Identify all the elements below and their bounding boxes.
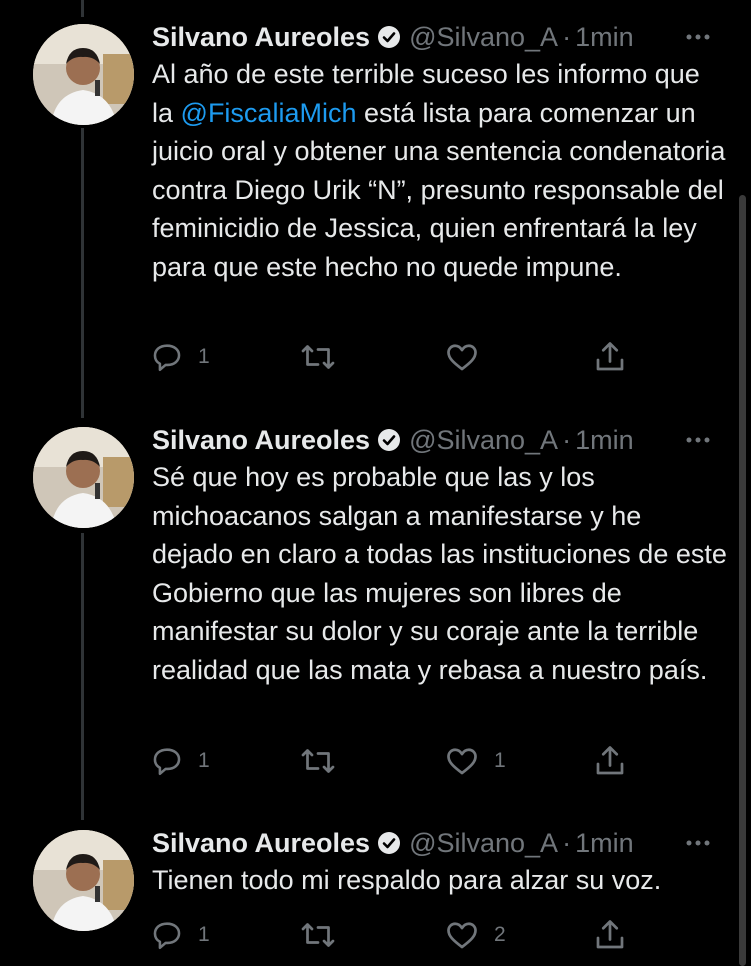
retweet-icon: [301, 923, 335, 947]
mention-link[interactable]: @FiscaliaMich: [181, 98, 357, 128]
tweet-actions: 1 1: [150, 741, 650, 781]
reply-count: 1: [198, 749, 210, 772]
author-handle[interactable]: @Silvano_A: [409, 22, 558, 53]
separator: ·: [562, 21, 572, 52]
tweet-header: Silvano Aureoles @Silvano_A · 1min: [152, 420, 722, 460]
timestamp[interactable]: 1min: [575, 828, 634, 859]
timestamp[interactable]: 1min: [575, 22, 634, 53]
like-button[interactable]: [444, 337, 494, 377]
tweet[interactable]: Silvano Aureoles @Silvano_A · 1min Sé qu…: [0, 420, 751, 820]
avatar-photo: [33, 24, 134, 125]
author-name[interactable]: Silvano Aureoles: [152, 828, 370, 859]
like-icon: [447, 748, 477, 775]
verified-badge-icon: [377, 831, 401, 855]
tweet-text: Tienen todo mi respaldo para alzar su vo…: [152, 861, 727, 900]
avatar-photo: [33, 427, 134, 528]
reply-button[interactable]: 1: [150, 337, 210, 377]
tweet-text-part: Sé que hoy es probable que las y los mic…: [152, 462, 727, 685]
avatar[interactable]: [33, 24, 134, 125]
share-button[interactable]: [592, 741, 628, 781]
tweet-text: Sé que hoy es probable que las y los mic…: [152, 458, 727, 689]
like-count: 1: [494, 749, 506, 772]
verified-badge-icon: [377, 428, 401, 452]
retweet-button[interactable]: [300, 915, 350, 955]
reply-button[interactable]: 1: [150, 741, 210, 781]
reply-icon: [153, 344, 181, 372]
reply-button[interactable]: 1: [150, 915, 210, 955]
like-icon: [447, 344, 477, 371]
tweet-actions: 1 2: [150, 915, 650, 955]
retweet-icon: [301, 749, 335, 773]
like-icon: [447, 922, 477, 949]
reply-count: 1: [198, 923, 210, 946]
author-name[interactable]: Silvano Aureoles: [152, 22, 370, 53]
tweet[interactable]: Silvano Aureoles @Silvano_A · 1min Tiene…: [0, 823, 751, 966]
avatar-photo: [33, 830, 134, 931]
author-name[interactable]: Silvano Aureoles: [152, 425, 370, 456]
share-icon: [596, 920, 624, 949]
avatar[interactable]: [33, 427, 134, 528]
scrollbar[interactable]: [739, 195, 746, 966]
separator: ·: [562, 827, 572, 858]
timestamp[interactable]: 1min: [575, 425, 634, 456]
tweet-header: Silvano Aureoles @Silvano_A · 1min: [152, 823, 722, 863]
like-button[interactable]: 2: [444, 915, 506, 955]
like-button[interactable]: 1: [444, 741, 506, 781]
share-button[interactable]: [592, 337, 628, 377]
reply-icon: [153, 748, 181, 776]
retweet-icon: [301, 345, 335, 369]
more-options-icon[interactable]: [678, 420, 718, 460]
share-icon: [596, 746, 624, 775]
more-options-icon[interactable]: [678, 17, 718, 57]
retweet-button[interactable]: [300, 337, 350, 377]
share-icon: [596, 342, 624, 371]
thread-line: [81, 0, 84, 17]
like-count: 2: [494, 923, 506, 946]
tweet-text: Al año de este terrible suceso les infor…: [152, 55, 727, 286]
retweet-button[interactable]: [300, 741, 350, 781]
separator: ·: [562, 424, 572, 455]
verified-badge-icon: [377, 25, 401, 49]
tweet[interactable]: Silvano Aureoles @Silvano_A · 1min Al añ…: [0, 17, 751, 417]
more-options-icon[interactable]: [678, 823, 718, 863]
tweet-header: Silvano Aureoles @Silvano_A · 1min: [152, 17, 722, 57]
tweet-text-part: Tienen todo mi respaldo para alzar su vo…: [152, 865, 662, 895]
share-button[interactable]: [592, 915, 628, 955]
avatar[interactable]: [33, 830, 134, 931]
tweet-actions: 1: [150, 337, 650, 377]
reply-icon: [153, 922, 181, 950]
reply-count: 1: [198, 345, 210, 368]
author-handle[interactable]: @Silvano_A: [409, 828, 558, 859]
author-handle[interactable]: @Silvano_A: [409, 425, 558, 456]
